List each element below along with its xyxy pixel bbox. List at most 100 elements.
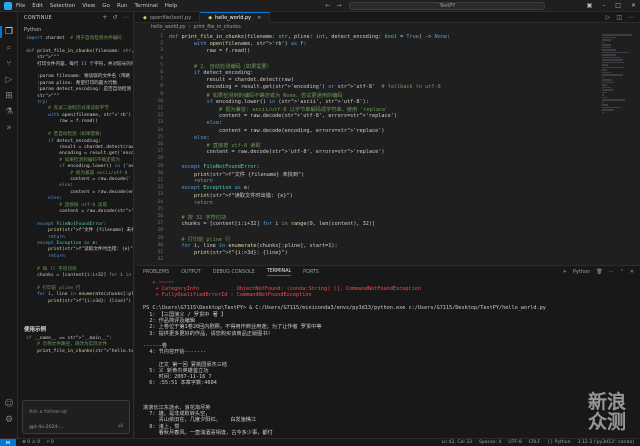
sina-watermark: 新浪众测: [587, 391, 626, 433]
sidebar-header: CONTINUE + ↺ ⋯: [18, 12, 133, 24]
layout-icon[interactable]: ▣: [587, 2, 593, 9]
code-line: result = chardet.detect(raw): [169, 77, 294, 84]
new-chat-icon[interactable]: +: [102, 14, 107, 21]
panel-more-icon[interactable]: ⋯: [609, 269, 614, 275]
maximize-icon[interactable]: □: [615, 2, 621, 9]
run-file-icon[interactable]: ▷: [606, 14, 611, 21]
back-arrow-icon[interactable]: ←: [325, 2, 330, 9]
tab-terminal[interactable]: TERMINAL: [266, 269, 292, 276]
command-center-search[interactable]: TestPY: [349, 1, 546, 10]
minimap-line: [602, 59, 623, 61]
minimap-line: [602, 104, 608, 106]
language-mode[interactable]: {} Python: [547, 440, 570, 445]
terminal-line: + FullyQualifiedErrorId : CommandNotFoun…: [143, 292, 312, 299]
add-terminal-icon[interactable]: +: [563, 269, 567, 275]
terminal-shell-label[interactable]: Python: [573, 269, 590, 275]
settings-gear-icon[interactable]: ⚙: [4, 415, 14, 425]
minimap-line: [602, 66, 625, 68]
tab-problems[interactable]: PROBLEMS: [143, 270, 169, 275]
terminal-line: 看秋月春风。一壶浊酒喜相逢，古今多少事，都付: [143, 429, 273, 436]
menu-terminal[interactable]: Terminal: [134, 3, 157, 9]
send-icon[interactable]: ⏎: [118, 423, 123, 430]
bottom-panel: PROBLEMS OUTPUT DEBUG CONSOLE TERMINAL P…: [135, 265, 640, 438]
minimap-line: [602, 96, 608, 98]
minimap-line: [602, 79, 613, 81]
tab-ports[interactable]: PORTS: [303, 270, 319, 275]
python-interpreter[interactable]: 3.12.3 ('py3d13': conda): [578, 440, 635, 445]
chat-input-box[interactable]: Ask a follow-up gpt-4o-2024-… ⏎: [22, 400, 130, 434]
line-number: 16: [157, 142, 163, 147]
code-line: # 打印前 pline 行: [181, 236, 231, 243]
maximize-panel-icon[interactable]: ⌃: [620, 269, 624, 275]
explorer-icon[interactable]: ❐: [4, 27, 14, 37]
minimap-line: [602, 84, 607, 86]
line-number: 28: [157, 228, 163, 234]
account-icon[interactable]: ☺: [4, 399, 14, 409]
terminal-line: + CategoryInfo : ObjectNotFound: (conda:…: [143, 286, 421, 293]
code-line: # 按 32 字符切块: [181, 215, 227, 221]
split-editor-icon[interactable]: ◫: [616, 14, 622, 21]
menu-run[interactable]: Run: [117, 3, 128, 9]
menu-selection[interactable]: Selection: [50, 3, 75, 9]
remote-icon[interactable]: ⋈: [0, 438, 16, 446]
code-editor[interactable]: 1 def print_file_in_chunks(filename: str,…: [135, 32, 605, 265]
close-panel-icon[interactable]: ✕: [630, 269, 634, 275]
trash-icon[interactable]: 🗑: [596, 269, 602, 275]
forward-arrow-icon[interactable]: →: [336, 2, 341, 9]
tab-openfile[interactable]: ◆ openfile(test).py: [135, 12, 201, 23]
more-icon[interactable]: ⋯: [123, 14, 129, 21]
line-number: 11: [157, 106, 163, 111]
breadcrumb: hello_world.py › print_file_in_chunks: [135, 23, 640, 31]
tab-debug-console[interactable]: DEBUG CONSOLE: [213, 270, 255, 275]
line-number: 27: [157, 221, 163, 227]
source-control-icon[interactable]: ⑂: [4, 59, 14, 69]
line-ending[interactable]: CRLF: [529, 440, 541, 445]
menu-help[interactable]: Help: [165, 3, 178, 9]
minimap-line: [602, 111, 604, 113]
tab-output[interactable]: OUTPUT: [181, 270, 201, 275]
menu-go[interactable]: Go: [102, 3, 110, 9]
run-debug-icon[interactable]: ▷: [4, 75, 14, 85]
menu-file[interactable]: File: [16, 3, 25, 9]
minimap-line: [602, 94, 604, 96]
line-number: 22: [157, 185, 163, 191]
terminal-output[interactable]: + ~~~~~ + CategoryInfo : ObjectNotFound:…: [143, 280, 638, 437]
code-line: def print_file_in_chunks(filename: str, …: [169, 34, 451, 40]
minimap[interactable]: [602, 34, 632, 262]
chat-usage-title: 使用示例: [24, 327, 47, 333]
line-number: 12: [157, 113, 163, 119]
chat-code-line: for i, line in enumerate(chunks[:pli: [37, 292, 134, 298]
extensions-icon[interactable]: ⊞: [4, 91, 14, 101]
code-block-language: Python: [24, 27, 42, 33]
line-number: 18: [157, 156, 163, 162]
indentation[interactable]: Spaces: 4: [479, 440, 501, 445]
line-number: 29: [157, 235, 163, 241]
tab-hello-world[interactable]: ◆ hello_world.py ✕: [200, 12, 271, 23]
problems-count[interactable]: ⊗ 0 ⚠ 0: [22, 440, 40, 445]
search-icon[interactable]: ⌕: [4, 43, 14, 53]
close-tab-icon[interactable]: ✕: [257, 15, 261, 21]
editor-more-icon[interactable]: ⋯: [628, 14, 634, 21]
close-window-icon[interactable]: ✕: [631, 2, 636, 9]
menu-view[interactable]: View: [82, 3, 95, 9]
menu-edit[interactable]: Edit: [32, 3, 43, 9]
line-number: 4: [160, 55, 163, 61]
model-selector[interactable]: gpt-4o-2024-…: [29, 425, 64, 430]
terminal-line: 3: 提供更多更好的作品，请您购买该商品正版图书!: [143, 330, 271, 337]
encoding[interactable]: UTF-8: [508, 440, 521, 445]
chat-input-placeholder: Ask a follow-up: [29, 409, 68, 415]
minimap-line: [602, 74, 623, 76]
code-line: if detect_encoding:: [194, 70, 254, 76]
code-line: # 如果检测到的编码不确定或为 None，尝试更通用的编码: [206, 92, 343, 99]
continue-icon[interactable]: »: [4, 123, 14, 133]
code-line: return: [194, 199, 213, 206]
ports-count[interactable]: ⚡ 0: [46, 440, 54, 445]
testing-icon[interactable]: ⚗: [4, 107, 14, 117]
cursor-position[interactable]: Ln 42, Col 33: [442, 440, 472, 445]
minimap-line: [602, 54, 617, 56]
breadcrumb-file[interactable]: hello_world.py: [151, 25, 186, 30]
minimize-icon[interactable]: –: [602, 2, 605, 9]
history-icon[interactable]: ↺: [113, 14, 118, 21]
minimap-line: [602, 81, 615, 83]
breadcrumb-symbol[interactable]: print_file_in_chunks: [194, 25, 241, 30]
